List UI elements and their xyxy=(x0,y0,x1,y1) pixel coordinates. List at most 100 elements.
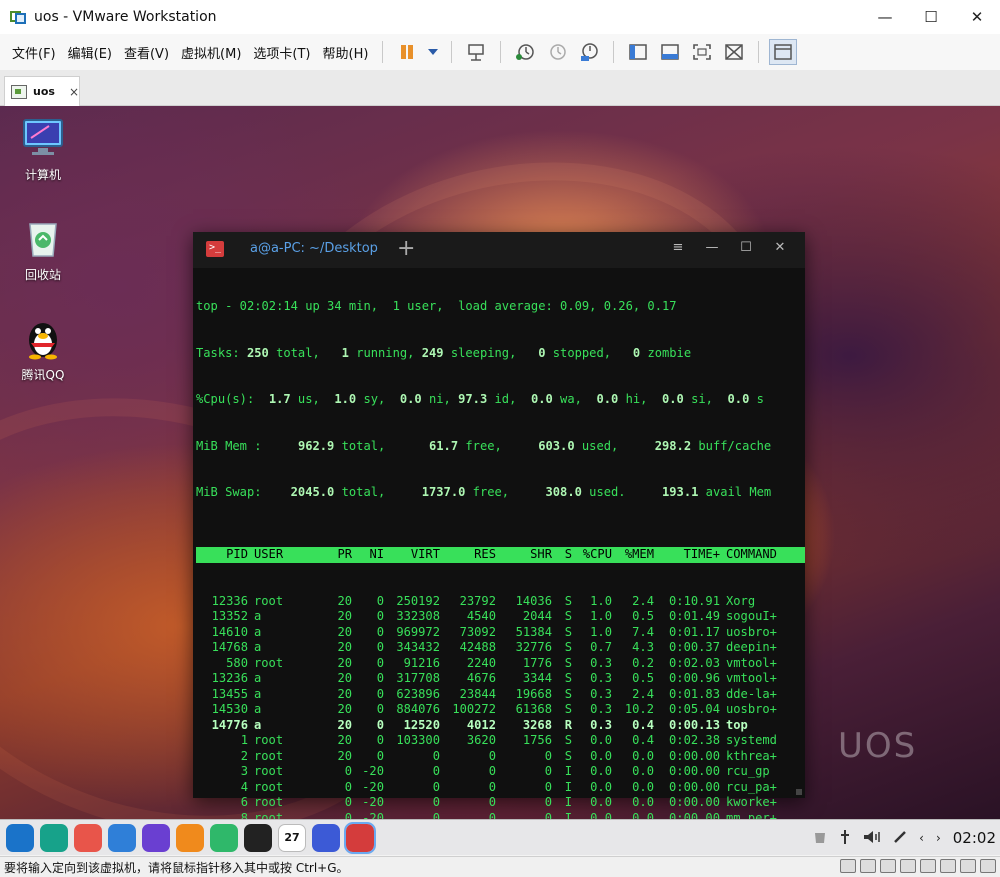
snapshot-manager-icon[interactable] xyxy=(575,39,603,65)
terminal-close-button[interactable]: ✕ xyxy=(763,240,797,255)
process-user: a xyxy=(254,624,262,639)
snapshot-take-icon[interactable] xyxy=(511,39,539,65)
column-header[interactable]: SHR xyxy=(496,547,552,563)
column-header[interactable]: PR xyxy=(316,547,352,563)
video-icon[interactable] xyxy=(244,823,272,852)
process-res: 0 xyxy=(488,748,496,763)
column-header[interactable]: NI xyxy=(352,547,384,563)
volume-icon[interactable] xyxy=(863,830,881,847)
process-virt: 0 xyxy=(432,764,440,778)
process-s: S xyxy=(564,702,572,716)
dropdown-arrow-icon[interactable] xyxy=(425,39,441,65)
clock[interactable]: 02:02 xyxy=(953,829,996,847)
process-row: 13455 a 20 0 623896 23844 19668 S 0.3 2.4 0:01.83 d… xyxy=(196,687,805,703)
display-icon[interactable] xyxy=(960,859,976,873)
sidebar-icon[interactable] xyxy=(624,39,652,65)
snapshot-restore-icon[interactable] xyxy=(543,39,571,65)
menu-file[interactable]: 文件(F) xyxy=(6,43,62,62)
column-header[interactable]: %MEM xyxy=(612,547,654,563)
network-icon[interactable] xyxy=(880,859,896,873)
process-s: S xyxy=(564,640,572,654)
process-virt: 343432 xyxy=(396,640,440,654)
terminal-window[interactable]: >_ a@a-PC: ~/Desktop + ≡ — ☐ ✕ top - 02:… xyxy=(193,232,805,819)
tab-close-icon[interactable]: × xyxy=(69,85,79,99)
unity-icon[interactable] xyxy=(720,39,748,65)
terminal-output[interactable]: top - 02:02:14 up 34 min, 1 user, load a… xyxy=(196,268,805,819)
guest-desktop[interactable]: 计算机 回收站 腾讯QQ UOS >_ a@a-PC: ~/Desktop + … xyxy=(0,106,1000,819)
pen-icon[interactable] xyxy=(893,830,907,847)
tasks-zombie-label: zombie xyxy=(647,345,692,360)
menu-tabs[interactable]: 选项卡(T) xyxy=(247,43,316,62)
printer-icon[interactable] xyxy=(940,859,956,873)
fullscreen-icon[interactable] xyxy=(688,39,716,65)
browser-icon[interactable] xyxy=(142,823,170,852)
settings-icon[interactable] xyxy=(312,823,340,852)
process-row: 13352 a 20 0 332308 4540 2044 S 1.0 0.5 0:01.49 sog… xyxy=(196,609,805,625)
process-row: 14776 a 20 0 12520 4012 3268 R 0.3 0.4 0:00.13 top xyxy=(196,718,805,734)
thumbnail-icon[interactable] xyxy=(656,39,684,65)
menu-help[interactable]: 帮助(H) xyxy=(317,43,375,62)
qq-penguin-icon xyxy=(21,316,65,360)
column-header[interactable]: VIRT xyxy=(384,547,440,563)
send-keys-icon[interactable] xyxy=(462,39,490,65)
process-pr: 20 xyxy=(337,702,352,716)
column-header[interactable]: S xyxy=(552,547,572,563)
pause-icon[interactable] xyxy=(393,39,421,65)
column-header[interactable]: COMMAND xyxy=(720,547,784,563)
terminal-maximize-button[interactable]: ☐ xyxy=(729,240,763,255)
column-header[interactable]: RES xyxy=(440,547,496,563)
process-shr: 0 xyxy=(544,795,552,809)
process-user: root xyxy=(254,795,284,809)
minimize-button[interactable]: — xyxy=(862,0,908,34)
process-mem: 0.2 xyxy=(632,655,654,670)
desktop-icon-label: 腾讯QQ xyxy=(21,368,65,382)
prev-arrow-icon[interactable]: ‹ xyxy=(919,831,924,845)
terminal-tab-title[interactable]: a@a-PC: ~/Desktop xyxy=(250,241,378,256)
process-user: root xyxy=(254,748,284,763)
process-shr: 0 xyxy=(544,810,552,820)
store-icon[interactable] xyxy=(108,823,136,852)
app-store-icon[interactable] xyxy=(74,823,102,852)
desktop-icon-computer[interactable]: 计算机 xyxy=(8,116,78,183)
mail-icon[interactable] xyxy=(176,823,204,852)
process-pid: 13236 xyxy=(211,671,248,685)
tasks-total: 250 xyxy=(246,345,269,360)
column-header[interactable]: TIME+ xyxy=(654,547,720,563)
next-arrow-icon[interactable]: › xyxy=(936,831,941,845)
terminal-icon[interactable] xyxy=(344,821,376,854)
calendar-icon[interactable]: 27 xyxy=(278,823,306,852)
toolbar-separator xyxy=(382,41,384,63)
terminal-minimize-button[interactable]: — xyxy=(695,240,729,255)
cdrom-icon[interactable] xyxy=(860,859,876,873)
music-icon[interactable] xyxy=(210,823,238,852)
system-tray: ‹ › 02:02 xyxy=(807,820,1000,856)
window-title: uos - VMware Workstation xyxy=(34,9,217,25)
console-view-icon[interactable] xyxy=(769,39,798,65)
menu-edit[interactable]: 编辑(E) xyxy=(62,43,118,62)
terminal-menu-button[interactable]: ≡ xyxy=(661,240,695,255)
message-icon[interactable] xyxy=(980,859,996,873)
desktop-icon-qq[interactable]: 腾讯QQ xyxy=(8,316,78,383)
desktop-icon-trash[interactable]: 回收站 xyxy=(8,216,78,283)
maximize-button[interactable]: ☐ xyxy=(908,0,954,34)
menu-view[interactable]: 查看(V) xyxy=(118,43,175,62)
close-button[interactable]: ✕ xyxy=(954,0,1000,34)
column-header[interactable]: PID xyxy=(196,547,248,563)
usb-icon[interactable] xyxy=(839,829,851,848)
menu-vm[interactable]: 虚拟机(M) xyxy=(175,43,247,62)
column-header[interactable]: %CPU xyxy=(572,547,612,563)
usb-device-icon[interactable] xyxy=(900,859,916,873)
process-pid: 14768 xyxy=(211,640,248,654)
sound-icon[interactable] xyxy=(920,859,936,873)
process-user: root xyxy=(254,764,284,778)
tab-uos[interactable]: uos × xyxy=(4,76,80,106)
new-tab-button[interactable]: + xyxy=(397,236,415,261)
column-header[interactable]: USER xyxy=(248,547,316,563)
file-manager-icon[interactable] xyxy=(40,823,68,852)
launcher-icon[interactable] xyxy=(6,823,34,852)
terminal-resize-grip[interactable] xyxy=(796,789,802,795)
hdd-icon[interactable] xyxy=(840,859,856,873)
process-pr: 20 xyxy=(337,686,352,701)
process-user: a xyxy=(254,609,262,623)
trash-tray-icon[interactable] xyxy=(813,830,827,847)
